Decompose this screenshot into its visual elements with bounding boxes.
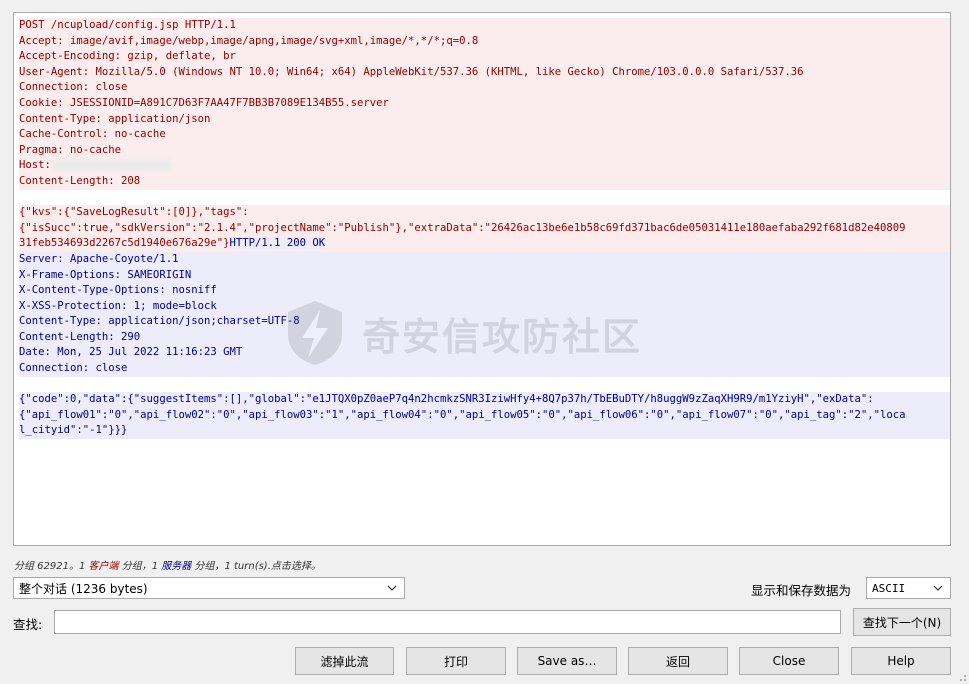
stream-line-text: Connection: close <box>19 81 128 94</box>
stream-line: {"isSucc":true,"sdkVersion":"2.1.4","pro… <box>19 220 950 237</box>
back-button[interactable]: 返回 <box>628 647 728 675</box>
stream-line: {"code":0,"data":{"suggestItems":[],"glo… <box>19 392 950 408</box>
resize-grip-icon[interactable] <box>957 672 967 682</box>
stream-line: Content-Length: 208 <box>19 173 950 190</box>
find-label: 查找: <box>13 617 43 632</box>
close-button[interactable]: Close <box>739 647 839 675</box>
stream-line-text: Content-Length: 290 <box>19 330 141 343</box>
conversation-select-value: 整个对话 (1236 bytes) <box>19 581 148 596</box>
stream-line <box>19 190 950 206</box>
chevron-down-icon <box>387 585 397 591</box>
stream-line-text: X-XSS-Protection: 1; mode=block <box>19 299 217 312</box>
stream-content-panel[interactable]: POST /ncupload/config.jsp HTTP/1.1 Accept… <box>13 12 951 546</box>
filter-stream-button[interactable]: 滤掉此流 <box>295 647 394 675</box>
stream-line: Cache-Control: no-cache <box>19 127 950 143</box>
stream-line-text: Cache-Control: no-cache <box>19 128 166 141</box>
stream-line: Content-Type: application/json;charset=U… <box>19 314 950 330</box>
format-select[interactable]: ASCII <box>866 577 951 599</box>
stream-line: POST /ncupload/config.jsp HTTP/1.1 <box>19 18 950 34</box>
stream-line-text: {"kvs":{"SaveLogResult":[0]},"tags": <box>19 206 249 219</box>
stream-line: Host: <box>19 158 950 174</box>
stream-line: Accept: image/avif,image/webp,image/apng… <box>19 33 950 50</box>
stream-line: Server: Apache-Coyote/1.1 <box>19 251 950 268</box>
status-client: 客户端 <box>88 561 119 572</box>
redacted-host <box>52 160 171 171</box>
stream-line-text: Server: Apache-Coyote/1.1 <box>19 252 179 265</box>
stream-line-text: X-Frame-Options: SAMEORIGIN <box>19 268 192 281</box>
stream-line: X-Frame-Options: SAMEORIGIN <box>19 267 950 284</box>
stream-line-text: Accept: image/avif,image/webp,image/apng… <box>19 34 479 47</box>
stream-line: Content-Type: application/json <box>19 111 950 128</box>
stream-line: Date: Mon, 25 Jul 2022 11:16:23 GMT <box>19 345 950 362</box>
stream-line: Connection: close <box>19 80 950 96</box>
stream-line-text: {"isSucc":true,"sdkVersion":"2.1.4","pro… <box>19 221 906 234</box>
stream-line: {"kvs":{"SaveLogResult":[0]},"tags": <box>19 205 950 221</box>
stream-line-text: Host: <box>19 159 51 172</box>
find-input[interactable] <box>54 610 841 634</box>
print-button[interactable]: 打印 <box>406 647 506 675</box>
stream-line: Pragma: no-cache <box>19 142 950 159</box>
status-server: 服务器 <box>161 561 192 572</box>
display-format-label: 显示和保存数据为 <box>751 583 852 598</box>
stream-line <box>19 377 950 393</box>
stream-line: Accept-Encoding: gzip, deflate, br <box>19 49 950 65</box>
save-as-button[interactable]: Save as… <box>517 647 617 675</box>
stream-line-text: Pragma: no-cache <box>19 143 122 156</box>
stream-line-text: Cookie: JSESSIONID=A891C7D63F7AA47F7BB3B… <box>19 96 389 109</box>
chevron-down-icon <box>933 585 943 591</box>
conversation-select[interactable]: 整个对话 (1236 bytes) <box>13 577 405 599</box>
stream-line-text: 31feb534693d2267c5d1940e676a29e"} <box>19 237 230 250</box>
stream-line: Connection: close <box>19 361 950 377</box>
stream-line: {"api_flow01":"0","api_flow02":"0","api_… <box>19 407 950 424</box>
stream-line-text: X-Content-Type-Options: nosniff <box>19 284 217 297</box>
stream-line-text: l_cityid":"-1"}}} <box>19 424 128 437</box>
stream-line: X-Content-Type-Options: nosniff <box>19 283 950 299</box>
stream-line-text: Date: Mon, 25 Jul 2022 11:16:23 GMT <box>19 346 243 359</box>
stream-text[interactable]: POST /ncupload/config.jsp HTTP/1.1 Accept… <box>14 13 950 440</box>
status-prefix: 分组 62921。1 <box>14 561 89 572</box>
stream-line: User-Agent: Mozilla/5.0 (Windows NT 10.0… <box>19 64 950 81</box>
status-suffix: 分组，1 turn(s).点击选择。 <box>191 561 321 572</box>
stream-line-text: Accept-Encoding: gzip, deflate, br <box>19 50 236 63</box>
stream-line: 31feb534693d2267c5d1940e676a29e"}HTTP/1.… <box>19 236 950 252</box>
stream-line-text: Content-Type: application/json;charset=U… <box>19 315 300 328</box>
stream-line-text: {"code":0,"data":{"suggestItems":[],"glo… <box>19 393 874 406</box>
stream-line: Cookie: JSESSIONID=A891C7D63F7AA47F7BB3B… <box>19 95 950 112</box>
status-line: 分组 62921。1 客户端 分组，1 服务器 分组，1 turn(s).点击选… <box>14 557 321 572</box>
stream-line-text: Content-Length: 208 <box>19 174 141 187</box>
response-status-line: HTTP/1.1 200 OK <box>229 237 326 250</box>
stream-line: Content-Length: 290 <box>19 329 950 346</box>
stream-line-text: User-Agent: Mozilla/5.0 (Windows NT 10.0… <box>19 65 804 78</box>
stream-line-text: POST /ncupload/config.jsp HTTP/1.1 <box>19 19 236 31</box>
stream-line-text: Content-Type: application/json <box>19 112 211 125</box>
format-select-value: ASCII <box>872 581 906 595</box>
status-mid: 分组，1 <box>118 561 162 572</box>
find-next-button[interactable]: 查找下一个(N) <box>853 608 951 636</box>
stream-line: l_cityid":"-1"}}} <box>19 423 950 440</box>
stream-line: X-XSS-Protection: 1; mode=block <box>19 298 950 315</box>
help-button[interactable]: Help <box>851 647 951 675</box>
stream-line-text: Connection: close <box>19 362 128 375</box>
stream-line-text: {"api_flow01":"0","api_flow02":"0","api_… <box>19 408 906 421</box>
